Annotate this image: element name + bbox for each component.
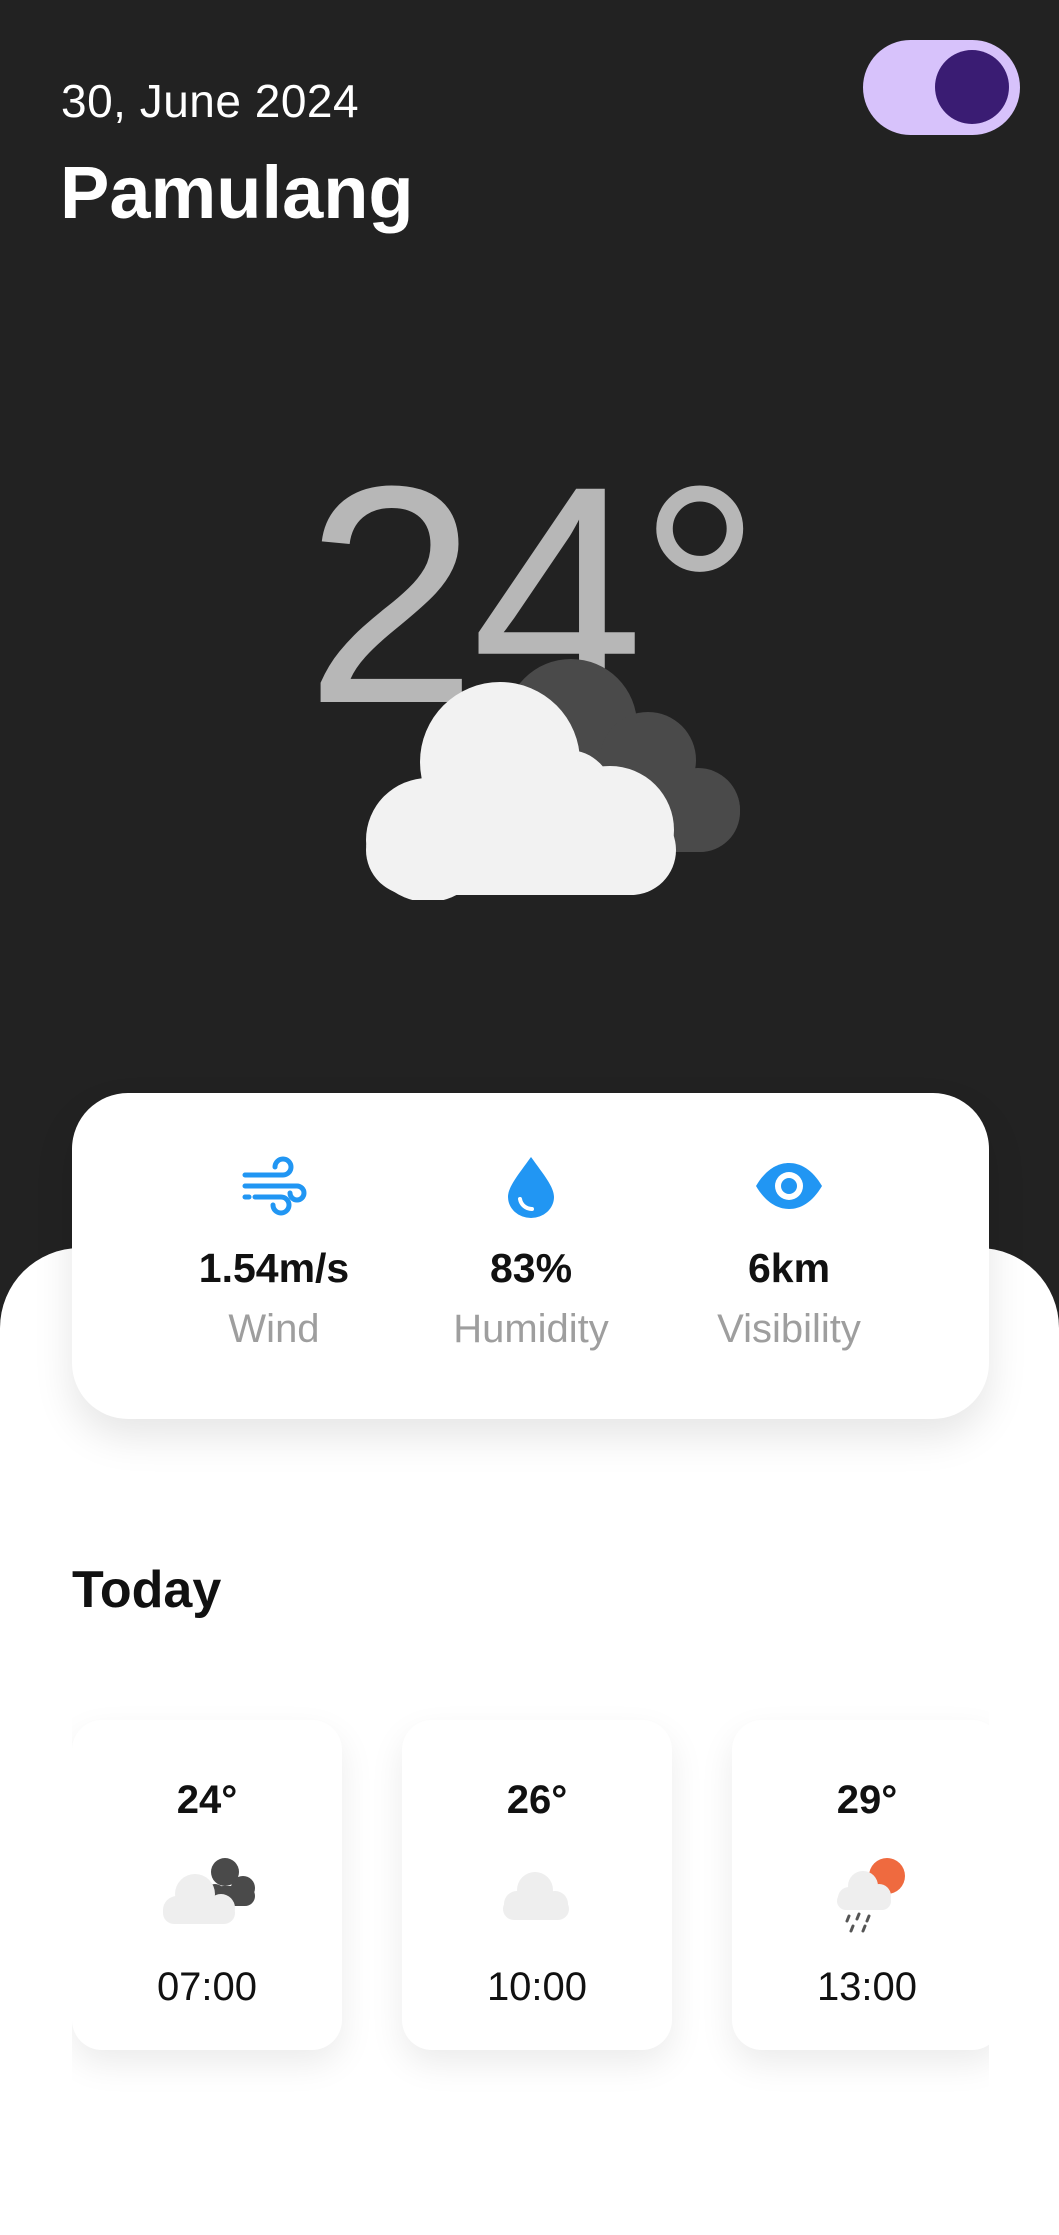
partly-cloudy-dark-icon — [366, 659, 740, 900]
sun-rain-icon — [837, 1858, 905, 1933]
cloudy-dark-icon — [163, 1858, 255, 1924]
city-name: Pamulang — [60, 151, 414, 234]
hourly-card[interactable]: 24° 07:00 — [72, 1720, 342, 2050]
eye-icon — [756, 1163, 822, 1209]
visibility-value: 6km — [747, 1245, 831, 1291]
current-date: 30, June 2024 — [61, 75, 360, 127]
humidity-value: 83% — [489, 1245, 573, 1291]
wind-value: 1.54m/s — [198, 1245, 350, 1291]
hourly-time: 07:00 — [156, 1965, 258, 2009]
theme-toggle[interactable] — [863, 40, 1020, 135]
hourly-temp: 29° — [836, 1778, 898, 1822]
stats-card: 1.54m/s Wind 83% Humidity 6km Visibility — [72, 1093, 989, 1419]
visibility-stat: 6km Visibility — [659, 1093, 919, 1419]
water-drop-icon — [508, 1157, 554, 1218]
hourly-card[interactable]: 26° 10:00 — [402, 1720, 672, 2050]
wind-icon — [242, 1156, 307, 1216]
toggle-knob[interactable] — [935, 50, 1009, 124]
today-title: Today — [72, 1561, 222, 1619]
wind-label: Wind — [228, 1307, 320, 1351]
wind-stat: 1.54m/s Wind — [144, 1093, 404, 1419]
hourly-temp: 26° — [506, 1778, 568, 1822]
visibility-label: Visibility — [717, 1307, 861, 1351]
hourly-temp: 24° — [176, 1778, 238, 1822]
humidity-stat: 83% Humidity — [401, 1093, 661, 1419]
hourly-forecast-list[interactable]: 24° 07:00 26° 10:00 29° 13:00 — [72, 1700, 989, 2100]
humidity-label: Humidity — [453, 1307, 609, 1351]
hourly-card[interactable]: 29° 13:00 — [732, 1720, 989, 2050]
hourly-time: 10:00 — [486, 1965, 588, 2009]
hourly-time: 13:00 — [816, 1965, 918, 2009]
cloud-icon — [503, 1872, 569, 1920]
